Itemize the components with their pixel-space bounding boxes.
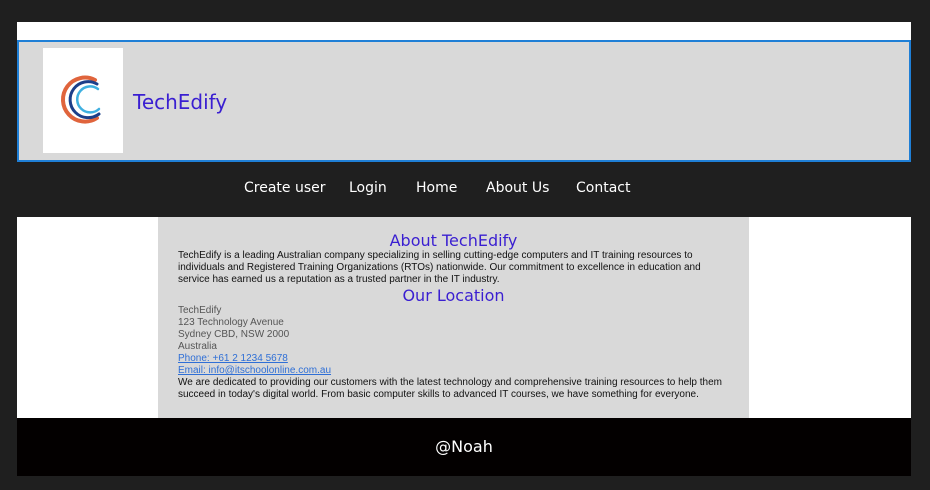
address-line: Sydney CBD, NSW 2000 — [178, 329, 290, 340]
top-strip — [17, 22, 911, 40]
about-text: TechEdify is a leading Australian compan… — [178, 250, 701, 285]
address-line: TechEdify — [178, 305, 222, 316]
swirl-logo-icon — [61, 75, 101, 124]
nav-create-user[interactable]: Create user — [244, 180, 326, 196]
brand-name[interactable]: TechEdify — [133, 90, 227, 114]
email-link[interactable]: Email: info@itschoolonline.com.au — [178, 365, 729, 377]
nav-login[interactable]: Login — [349, 180, 387, 196]
nav-about-us[interactable]: About Us — [486, 180, 549, 196]
address-line: 123 Technology Avenue — [178, 317, 284, 328]
nav-home[interactable]: Home — [416, 180, 457, 196]
address-line: Australia — [178, 341, 217, 352]
content-band: About TechEdify TechEdify is a leading A… — [17, 217, 911, 418]
location-heading: Our Location — [402, 286, 505, 305]
about-heading: About TechEdify — [389, 231, 518, 250]
content-card: About TechEdify TechEdify is a leading A… — [158, 217, 749, 418]
main-nav: Create user Login Home About Us Contact — [0, 180, 930, 200]
footer-credit: @Noah — [435, 437, 493, 456]
phone-link[interactable]: Phone: +61 2 1234 5678 — [178, 353, 729, 365]
site-header: TechEdify — [17, 40, 911, 162]
site-footer: @Noah — [17, 418, 911, 476]
tagline-text: We are dedicated to providing our custom… — [178, 377, 723, 400]
nav-contact[interactable]: Contact — [576, 180, 630, 196]
logo[interactable] — [43, 48, 123, 153]
